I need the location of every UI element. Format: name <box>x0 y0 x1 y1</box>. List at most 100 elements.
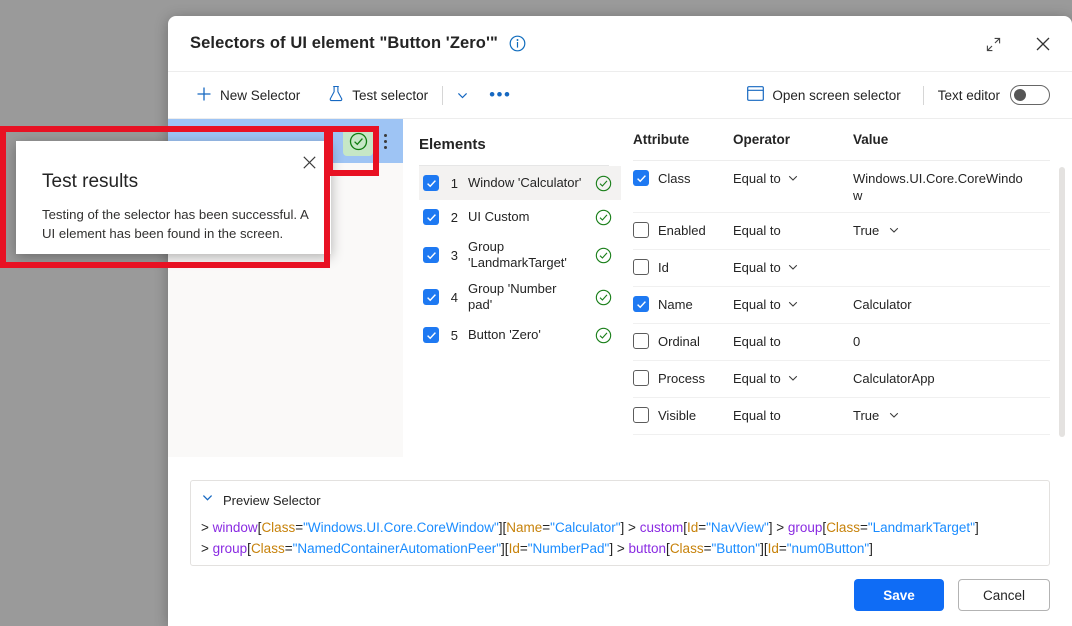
element-row[interactable]: 2 UI Custom <box>419 200 621 234</box>
element-checkbox[interactable] <box>423 209 439 225</box>
attribute-operator-cell[interactable]: Equal to <box>733 259 853 278</box>
element-row[interactable]: 1 Window 'Calculator' <box>419 166 621 200</box>
chevron-down-icon[interactable] <box>787 371 799 389</box>
element-label: UI Custom <box>468 209 530 224</box>
test-selector-button[interactable]: Test selector <box>320 80 436 110</box>
toolbar-left-group: New Selector Test selector ••• <box>188 80 520 110</box>
element-row[interactable]: 3 Group 'LandmarkTarget' <box>419 234 621 276</box>
element-checkbox[interactable] <box>423 327 439 343</box>
selector-token-val: "NavView" <box>706 520 769 535</box>
selector-token-val: "num0Button" <box>786 541 870 556</box>
attribute-name-cell: Name <box>633 296 733 313</box>
dialog-header-actions <box>978 16 1058 72</box>
chevron-down-icon[interactable] <box>787 297 799 315</box>
attribute-operator-cell[interactable]: Equal to <box>733 170 853 189</box>
attribute-value-cell[interactable]: CalculatorApp <box>853 370 1050 387</box>
attributes-scrollbar[interactable] <box>1059 167 1065 437</box>
attribute-checkbox[interactable] <box>633 222 649 238</box>
selectors-dialog: Selectors of UI element "Button 'Zero'" <box>168 16 1072 626</box>
attribute-row[interactable]: Visible Equal to True <box>633 398 1050 435</box>
selector-token-brk: ] <box>620 520 629 535</box>
attribute-operator: Equal to <box>733 297 781 312</box>
selector-token-val: "NamedContainerAutomationPeer" <box>292 541 502 556</box>
attribute-checkbox[interactable] <box>633 370 649 386</box>
element-label: Group 'LandmarkTarget' <box>468 239 567 270</box>
elements-list: 1 Window 'Calculator' 2 UI Custom 3 Group 'La… <box>419 166 621 352</box>
element-status-icon <box>593 327 613 344</box>
attribute-checkbox[interactable] <box>633 407 649 423</box>
cancel-button[interactable]: Cancel <box>958 579 1050 611</box>
attribute-operator: Equal to <box>733 408 781 423</box>
selector-token-val: "NumberPad" <box>527 541 610 556</box>
element-checkbox[interactable] <box>423 289 439 305</box>
chevron-down-icon[interactable] <box>449 84 476 107</box>
attribute-checkbox[interactable] <box>633 333 649 349</box>
attribute-operator-cell[interactable]: Equal to <box>733 407 853 424</box>
attribute-checkbox[interactable] <box>633 170 649 186</box>
preview-selector-code[interactable]: > window[Class="Windows.UI.Core.CoreWind… <box>191 517 1049 559</box>
attribute-row[interactable]: Process Equal to CalculatorApp <box>633 361 1050 398</box>
attribute-name-cell: Id <box>633 259 733 276</box>
column-header-attribute: Attribute <box>633 132 690 147</box>
attribute-value-cell[interactable]: Windows.UI.Core.CoreWindow <box>853 170 1050 204</box>
preview-selector-label: Preview Selector <box>223 492 321 508</box>
text-editor-toggle[interactable] <box>1010 85 1050 105</box>
element-row[interactable]: 5 Button 'Zero' <box>419 318 621 352</box>
ellipsis-icon[interactable]: ••• <box>480 86 520 103</box>
chevron-down-icon[interactable] <box>787 171 799 189</box>
expand-diagonal-icon[interactable] <box>978 29 1008 59</box>
selector-token-attr: Id <box>767 541 779 556</box>
save-button[interactable]: Save <box>854 579 944 611</box>
element-status-icon <box>593 175 613 192</box>
attribute-operator-cell[interactable]: Equal to <box>733 222 853 239</box>
chevron-down-icon[interactable] <box>888 408 900 426</box>
flask-icon <box>328 85 344 105</box>
attribute-value-cell[interactable]: True <box>853 407 1050 426</box>
selector-token-gt: > <box>201 520 213 535</box>
attribute-operator-cell[interactable]: Equal to <box>733 370 853 389</box>
preview-selector-toggle[interactable]: Preview Selector <box>191 481 1049 509</box>
attribute-checkbox[interactable] <box>633 259 649 275</box>
close-icon[interactable] <box>298 151 320 173</box>
element-index: 3 <box>450 247 458 263</box>
attribute-value: Calculator <box>853 297 912 312</box>
selector-token-attr: Class <box>826 520 860 535</box>
info-icon[interactable] <box>509 35 526 52</box>
chevron-down-icon[interactable] <box>888 223 900 241</box>
element-checkbox[interactable] <box>423 175 439 191</box>
attribute-row[interactable]: Id Equal to <box>633 250 1050 287</box>
more-vertical-icon[interactable] <box>375 133 395 149</box>
selector-token-brk: = <box>778 541 787 556</box>
close-icon[interactable] <box>1028 29 1058 59</box>
column-header-value: Value <box>853 132 889 147</box>
element-row[interactable]: 4 Group 'Number pad' <box>419 276 621 318</box>
attribute-value-cell[interactable]: 0 <box>853 333 1050 350</box>
open-screen-selector-button[interactable]: Open screen selector <box>739 81 908 109</box>
check-circle-green-icon[interactable] <box>343 126 373 156</box>
chevron-down-icon[interactable] <box>787 260 799 278</box>
element-checkbox[interactable] <box>423 247 439 263</box>
window-icon <box>747 86 765 104</box>
new-selector-button[interactable]: New Selector <box>188 81 308 110</box>
attribute-value: 0 <box>853 334 861 349</box>
preview-selector-panel: Preview Selector > window[Class="Windows… <box>190 480 1050 566</box>
attribute-row[interactable]: Ordinal Equal to 0 <box>633 324 1050 361</box>
attribute-row[interactable]: Name Equal to Calculator <box>633 287 1050 324</box>
attribute-operator-cell[interactable]: Equal to <box>733 333 853 350</box>
test-results-title: Test results <box>42 171 139 192</box>
attribute-operator: Equal to <box>733 223 781 238</box>
selector-token-val: "LandmarkTarget" <box>867 520 975 535</box>
selector-token-attr: Class <box>250 541 285 556</box>
selector-token-gt: > <box>616 541 629 556</box>
attribute-checkbox[interactable] <box>633 296 649 312</box>
attribute-value: True <box>853 223 880 238</box>
attribute-value-cell[interactable]: Calculator <box>853 296 1050 313</box>
attribute-value-cell[interactable]: True <box>853 222 1050 241</box>
attribute-row[interactable]: Enabled Equal to True <box>633 213 1050 250</box>
dialog-footer: Save Cancel <box>854 579 1050 611</box>
toggle-knob <box>1014 89 1026 101</box>
attribute-operator-cell[interactable]: Equal to <box>733 296 853 315</box>
attribute-row[interactable]: Class Equal to Windows.UI.Core.CoreWindow <box>633 161 1050 213</box>
element-index: 5 <box>450 327 458 343</box>
preview-selector-line: > window[Class="Windows.UI.Core.CoreWind… <box>191 517 1049 538</box>
